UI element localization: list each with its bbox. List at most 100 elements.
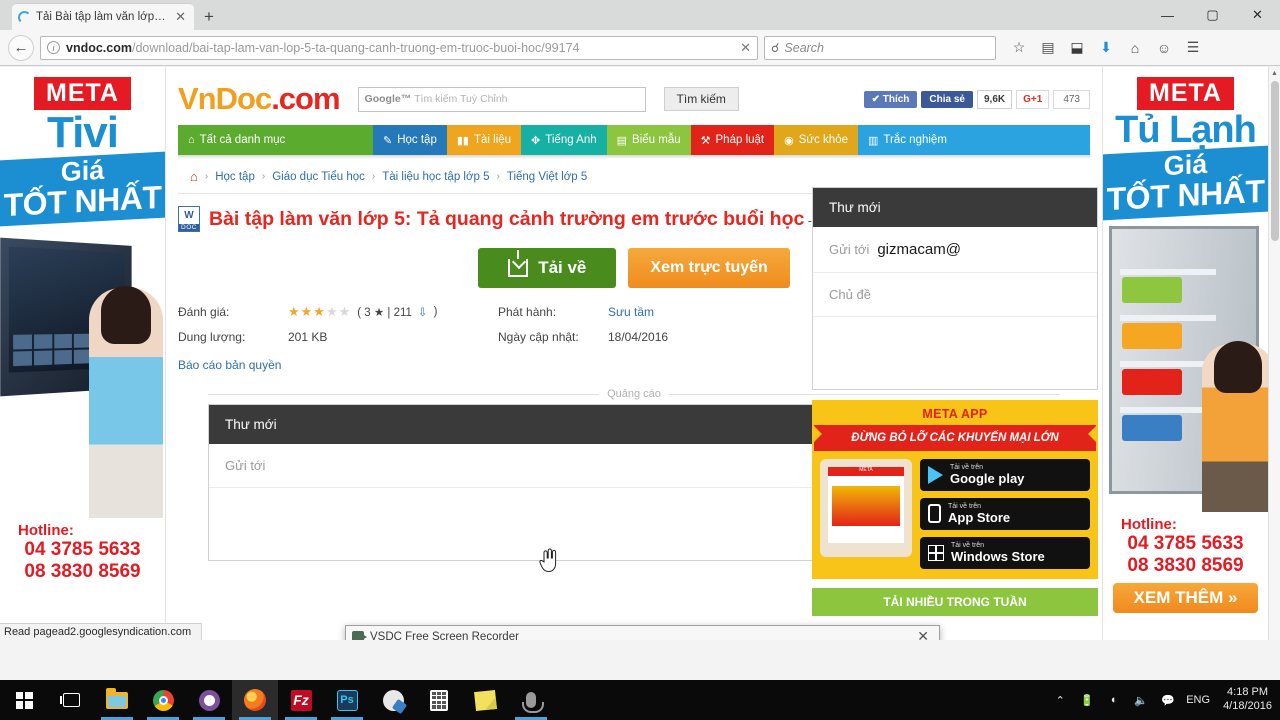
books-icon: ▮▮ (456, 134, 469, 147)
back-button[interactable]: ← (8, 34, 34, 61)
taskbar-item-file-explorer[interactable] (94, 680, 140, 720)
taskbar-item-firefox[interactable] (232, 680, 278, 720)
taskbar-item-photoshop[interactable]: Ps (324, 680, 370, 720)
scroll-up-icon[interactable]: ▲ (1269, 67, 1280, 80)
taskbar-item-task-view[interactable] (48, 680, 94, 720)
nav-item-tat-ca-danh-muc[interactable]: ⌂ Tất cả danh mục (178, 125, 373, 155)
nav-item-trac-nghiem[interactable]: ▥ Trắc nghiệm (858, 125, 1090, 155)
status-bar: Read pagead2.googlesyndication.com (0, 623, 203, 640)
action-center-icon[interactable]: 💬 (1159, 691, 1177, 709)
ad-right-band: Giá TỐT NHẤT (1103, 145, 1268, 221)
close-icon[interactable]: ✕ (173, 9, 188, 25)
breadcrumb-item-giao-duc-tieu-hoc[interactable]: Giáo dục Tiểu học (272, 171, 365, 183)
new-tab-button[interactable]: + (204, 7, 214, 27)
windows-store-button[interactable]: Tải về trên Windows Store (920, 536, 1090, 569)
nav-label: Pháp luật (715, 134, 765, 146)
vsdc-screen-recorder-dialog[interactable]: VSDC Free Screen Recorder ✕ Pause Stop 0… (345, 625, 940, 640)
chrome-icon (152, 689, 174, 711)
chevron-up-icon[interactable]: ⌃ (1051, 691, 1069, 709)
bookmark-star-icon[interactable]: ☆ (1006, 35, 1032, 61)
minimize-button[interactable]: — (1145, 0, 1190, 30)
updated-value: 18/04/2016 (608, 330, 669, 345)
home-icon[interactable]: ⌂ (1122, 35, 1148, 61)
scrollbar-thumb[interactable] (1271, 81, 1279, 241)
taskbar-item-filezilla[interactable]: Fz (278, 680, 324, 720)
taskbar-item-viber[interactable] (186, 680, 232, 720)
taskbar-item-screen-recorder[interactable] (508, 680, 554, 720)
download-button[interactable]: Tải về (478, 248, 617, 289)
facebook-like-button[interactable]: ✔ Thích (863, 90, 918, 108)
home-icon[interactable]: ⌂ (190, 169, 198, 184)
meta-brand-logo: META (32, 75, 133, 112)
quiz-icon: ▥ (868, 134, 879, 147)
viber-icon (198, 689, 220, 711)
nav-item-hoc-tap[interactable]: ✎ Học tập (373, 125, 447, 155)
maximize-button[interactable]: ▢ (1190, 0, 1235, 30)
taskbar-item-sticky-notes[interactable] (462, 680, 508, 720)
search-input[interactable]: ☌ Search (764, 35, 996, 60)
nav-item-tai-lieu[interactable]: ▮▮ Tài liệu (446, 125, 522, 155)
social-buttons: ✔ Thích Chia sẻ 9,6K G+1 473 (863, 89, 1090, 109)
rating-label: Đánh giá: (178, 305, 230, 320)
taskbar-item-calculator[interactable] (416, 680, 462, 720)
publisher-value[interactable]: Sưu tầm (608, 305, 654, 319)
account-icon[interactable]: ☺ (1151, 35, 1177, 61)
globe-icon: ✥ (531, 134, 541, 147)
taskbar-item-google-chrome[interactable] (140, 680, 186, 720)
stop-icon[interactable]: ✕ (740, 40, 751, 56)
nav-item-phap-luat[interactable]: ⚒ Pháp luật (690, 125, 775, 155)
browser-titlebar: Tải Bài tập làm văn lớp 5: ... ✕ + — ▢ ✕ (0, 0, 1280, 30)
app-store-button[interactable]: Tải về trên App Store (920, 497, 1090, 530)
meta-app-promo[interactable]: META APP ĐỪNG BỎ LỠ CÁC KHUYẾN MẠI LỚN M… (812, 400, 1098, 579)
site-logo[interactable]: VnDoc.com (178, 81, 341, 117)
volume-icon[interactable]: 🔈 (1132, 691, 1150, 709)
meta-brand-logo-right: META (1135, 75, 1236, 112)
ad-left-photo (0, 228, 165, 518)
breadcrumb-item-hoc-tap[interactable]: Học tập (215, 171, 255, 183)
start-button[interactable] (0, 680, 48, 720)
site-info-icon[interactable]: i (47, 41, 60, 54)
breadcrumb-item-tieng-viet-lop-5[interactable]: Tiếng Việt lớp 5 (507, 171, 587, 183)
site-search-button[interactable]: Tìm kiếm (663, 87, 739, 111)
close-window-button[interactable]: ✕ (1235, 0, 1280, 30)
site-search-input[interactable]: Google™ Tìm kiếm Tuỳ Chỉnh (357, 86, 646, 112)
reader-icon[interactable]: ▤ (1035, 35, 1061, 61)
site-header: VnDoc.com Google™ Tìm kiếm Tuỳ Chỉnh Tìm… (166, 67, 1102, 125)
paint-icon (382, 689, 404, 711)
store-big-label: App Store (948, 509, 1011, 525)
breadcrumb-item-tai-lieu-lop-5[interactable]: Tài liệu học tập lớp 5 (382, 171, 489, 183)
language-indicator[interactable]: ENG (1186, 694, 1210, 706)
meta-app-title: META APP (922, 407, 988, 421)
ad-banner-left[interactable]: META Tivi Giá TỐT NHẤT Hotline: 04 3785 … (0, 67, 165, 640)
nav-item-bieu-mau[interactable]: ▤ Biểu mẫu (606, 125, 691, 155)
download-icon[interactable]: ⬇ (1093, 35, 1119, 61)
google-plus-button[interactable]: G+1 (1016, 89, 1050, 109)
view-online-button[interactable]: Xem trực tuyến (628, 248, 790, 289)
pocket-icon[interactable]: ⬓ (1064, 35, 1090, 61)
menu-icon[interactable]: ☰ (1180, 35, 1206, 61)
page-scrollbar[interactable]: ▲ (1268, 67, 1280, 640)
nav-item-suc-khoe[interactable]: ◉ Sức khỏe (774, 125, 858, 155)
url-text: vndoc.com/download/bai-tap-lam-van-lop-5… (66, 41, 734, 55)
download-icon (508, 250, 529, 278)
address-bar[interactable]: i vndoc.com/download/bai-tap-lam-van-lop… (40, 35, 758, 60)
star-rating-icons[interactable]: ★★★★★ (288, 304, 351, 320)
google-play-button[interactable]: Tải về trên Google play (920, 459, 1090, 491)
battery-icon[interactable]: 🔋 (1078, 691, 1096, 709)
google-brand-label: Google™ (364, 93, 412, 105)
mailbox-subject-row[interactable]: Chủ đề (813, 273, 1097, 317)
close-icon[interactable]: ✕ (913, 628, 933, 640)
ad-right-cta-button[interactable]: XEM THÊM » (1113, 582, 1258, 613)
taskbar-item-paint[interactable] (370, 680, 416, 720)
mailbox-body[interactable] (813, 317, 1097, 389)
ad-banner-right[interactable]: META Tủ Lạnh Giá TỐT NHẤT Hotline: 04 37… (1103, 67, 1268, 640)
breadcrumb-separator: › (261, 171, 266, 182)
windows-icon (928, 544, 944, 561)
nav-item-tieng-anh[interactable]: ✥ Tiếng Anh (521, 125, 607, 155)
facebook-share-button[interactable]: Chia sẻ (921, 90, 973, 108)
mailbox-to-row[interactable]: Gửi tới gizmacam@ (813, 227, 1097, 273)
clock[interactable]: 4:18 PM 4/18/2016 (1219, 686, 1272, 714)
wifi-icon[interactable]: ◐ (1105, 691, 1123, 709)
word-icon-letter: W (184, 210, 194, 221)
browser-tab[interactable]: Tải Bài tập làm văn lớp 5: ... ✕ (12, 3, 194, 30)
